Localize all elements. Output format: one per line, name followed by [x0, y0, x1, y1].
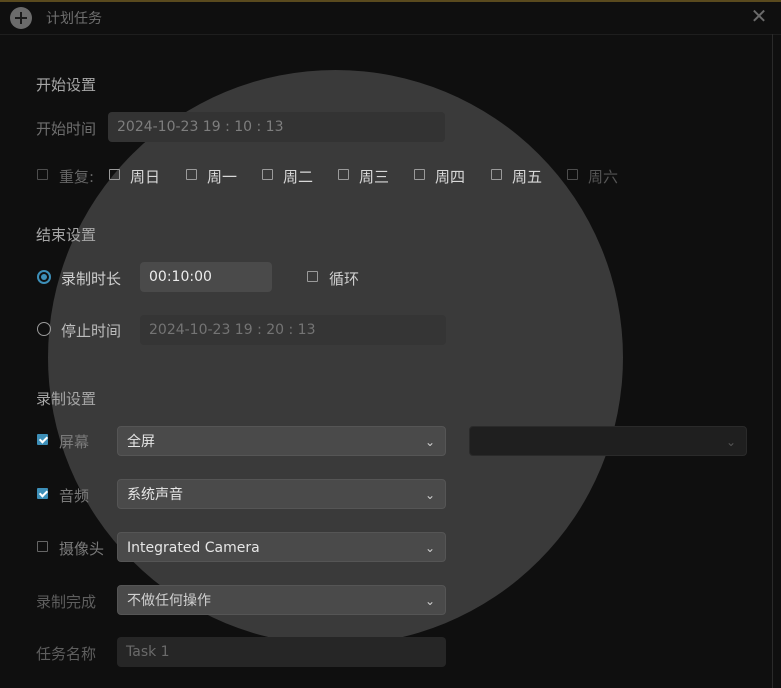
- day-checkbox-thu[interactable]: [414, 169, 425, 180]
- day-label-thu: 周四: [435, 168, 466, 186]
- chevron-down-icon: ⌄: [725, 435, 736, 449]
- day-label-mon: 周一: [207, 168, 238, 186]
- start-time-label: 开始时间: [36, 120, 97, 138]
- start-time-input[interactable]: 2024-10-23 19 : 10 : 13: [108, 112, 445, 142]
- scheduled-task-dialog: 计划任务 ✕ 开始设置 开始时间 2024-10-23 19 : 10 : 13…: [0, 0, 781, 688]
- camera-select-value: Integrated Camera: [127, 540, 260, 556]
- repeat-checkbox[interactable]: [37, 169, 48, 180]
- day-checkbox-wed[interactable]: [338, 169, 349, 180]
- day-checkbox-fri[interactable]: [491, 169, 502, 180]
- audio-label: 音频: [59, 487, 90, 505]
- record-complete-select[interactable]: 不做任何操作 ⌄: [117, 585, 446, 615]
- screen-select-value: 全屏: [127, 434, 155, 450]
- record-settings-heading: 录制设置: [36, 390, 97, 408]
- task-name-label: 任务名称: [36, 645, 97, 663]
- day-checkbox-tue[interactable]: [262, 169, 273, 180]
- stop-time-input[interactable]: 2024-10-23 19 : 20 : 13: [140, 315, 446, 345]
- repeat-label: 重复:: [59, 168, 95, 186]
- stop-time-label: 停止时间: [61, 322, 122, 340]
- stop-time-radio[interactable]: [37, 322, 51, 336]
- day-checkbox-sat[interactable]: [567, 169, 578, 180]
- duration-label: 录制时长: [61, 270, 122, 288]
- day-checkbox-mon[interactable]: [186, 169, 197, 180]
- day-label-fri: 周五: [512, 168, 543, 186]
- screen-checkbox[interactable]: [37, 434, 48, 445]
- screen-label: 屏幕: [59, 433, 90, 451]
- record-complete-label: 录制完成: [36, 593, 97, 611]
- loop-checkbox[interactable]: [307, 271, 318, 282]
- day-label-sun: 周日: [130, 168, 161, 186]
- day-label-tue: 周二: [283, 168, 314, 186]
- task-name-input[interactable]: Task 1: [117, 637, 446, 667]
- day-label-sat: 周六: [588, 168, 619, 186]
- chevron-down-icon: ⌄: [424, 488, 435, 502]
- camera-checkbox[interactable]: [37, 541, 48, 552]
- audio-select[interactable]: 系统声音 ⌄: [117, 479, 446, 509]
- day-label-wed: 周三: [359, 168, 390, 186]
- chevron-down-icon: ⌄: [424, 541, 435, 555]
- record-complete-value: 不做任何操作: [127, 593, 211, 609]
- screen-select[interactable]: 全屏 ⌄: [117, 426, 446, 456]
- end-settings-heading: 结束设置: [36, 226, 97, 244]
- duration-radio[interactable]: [37, 270, 51, 284]
- loop-label: 循环: [329, 270, 360, 288]
- audio-select-value: 系统声音: [127, 487, 183, 503]
- audio-checkbox[interactable]: [37, 488, 48, 499]
- screen-extra-select[interactable]: ⌄: [469, 426, 747, 456]
- start-settings-heading: 开始设置: [36, 76, 97, 94]
- camera-label: 摄像头: [59, 540, 105, 558]
- camera-select[interactable]: Integrated Camera ⌄: [117, 532, 446, 562]
- chevron-down-icon: ⌄: [424, 594, 435, 608]
- form: 开始设置 开始时间 2024-10-23 19 : 10 : 13 重复: 周日…: [0, 2, 781, 688]
- duration-input[interactable]: 00:10:00: [140, 262, 272, 292]
- chevron-down-icon: ⌄: [424, 435, 435, 449]
- day-checkbox-sun[interactable]: [109, 169, 120, 180]
